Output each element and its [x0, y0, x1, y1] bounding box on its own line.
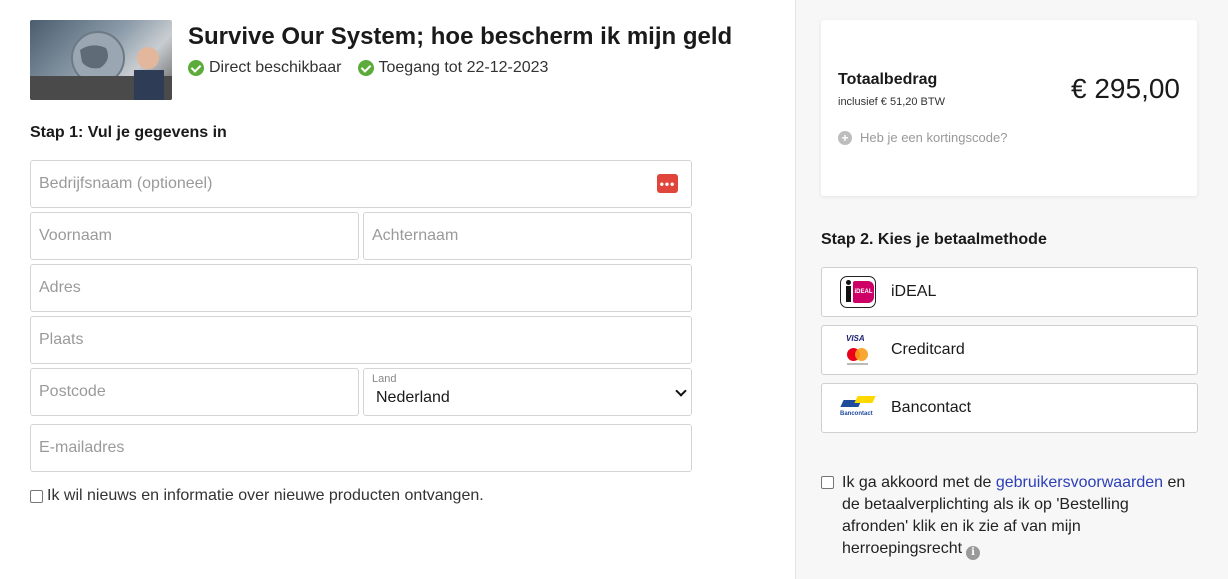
total-summary-card [821, 20, 1197, 196]
password-manager-icon[interactable]: ••• [657, 174, 678, 193]
terms-checkbox[interactable] [821, 476, 834, 489]
coupon-label: Heb je een kortingscode? [860, 130, 1008, 145]
creditcard-icon: VISA [840, 334, 876, 366]
newsletter-label: Ik wil nieuws en informatie over nieuwe … [47, 487, 484, 504]
first-name-input[interactable] [30, 212, 359, 260]
check-circle-icon [357, 60, 374, 76]
product-title: Survive Our System; hoe bescherm ik mijn… [188, 23, 733, 50]
chevron-down-icon [675, 385, 687, 397]
payment-option-ideal[interactable]: iDEAL iDEAL [821, 267, 1198, 317]
terms-link[interactable]: gebruikersvoorwaarden [996, 474, 1163, 491]
total-label: Totaalbedrag [838, 71, 938, 88]
company-name-input[interactable] [30, 160, 692, 208]
newsletter-option[interactable]: Ik wil nieuws en informatie over nieuwe … [30, 487, 484, 505]
payment-label-bancontact: Bancontact [891, 399, 972, 416]
product-badges: Direct beschikbaar Toegang tot 22-12-202… [188, 59, 548, 77]
step2-heading: Stap 2. Kies je betaalmethode [821, 231, 1047, 248]
payment-option-creditcard[interactable]: VISA Creditcard [821, 325, 1198, 375]
info-icon[interactable]: i [966, 546, 981, 560]
payment-option-bancontact[interactable]: Bancontact Bancontact [821, 383, 1198, 433]
coupon-code-link[interactable]: + Heb je een kortingscode? [838, 130, 1007, 145]
vat-note: inclusief € 51,20 BTW [838, 96, 945, 108]
availability-badge: Direct beschikbaar [188, 59, 342, 77]
bancontact-icon: Bancontact [840, 392, 876, 424]
country-value: Nederland [376, 389, 450, 406]
payment-label-ideal: iDEAL [891, 283, 937, 300]
terms-prefix: Ik ga akkoord met de [842, 474, 996, 491]
newsletter-checkbox[interactable] [30, 489, 43, 503]
availability-text: Direct beschikbaar [209, 59, 342, 76]
access-text: Toegang tot 22-12-2023 [378, 59, 549, 76]
total-amount: € 295,00 [1071, 73, 1180, 104]
ideal-icon: iDEAL [840, 276, 876, 308]
postcode-input[interactable] [30, 368, 359, 416]
address-input[interactable] [30, 264, 692, 312]
terms-agreement: Ik ga akkoord met de gebruikersvoorwaard… [821, 472, 1191, 560]
access-badge: Toegang tot 22-12-2023 [357, 59, 549, 77]
last-name-input[interactable] [363, 212, 692, 260]
product-thumbnail [30, 20, 172, 100]
email-input[interactable] [30, 424, 692, 472]
plus-circle-icon: + [838, 130, 852, 145]
country-select[interactable]: Land Nederland [363, 368, 692, 416]
payment-label-creditcard: Creditcard [891, 341, 965, 358]
check-circle-icon [188, 60, 204, 76]
step1-heading: Stap 1: Vul je gegevens in [30, 124, 227, 141]
country-label: Land [372, 373, 397, 385]
city-input[interactable] [30, 316, 692, 364]
